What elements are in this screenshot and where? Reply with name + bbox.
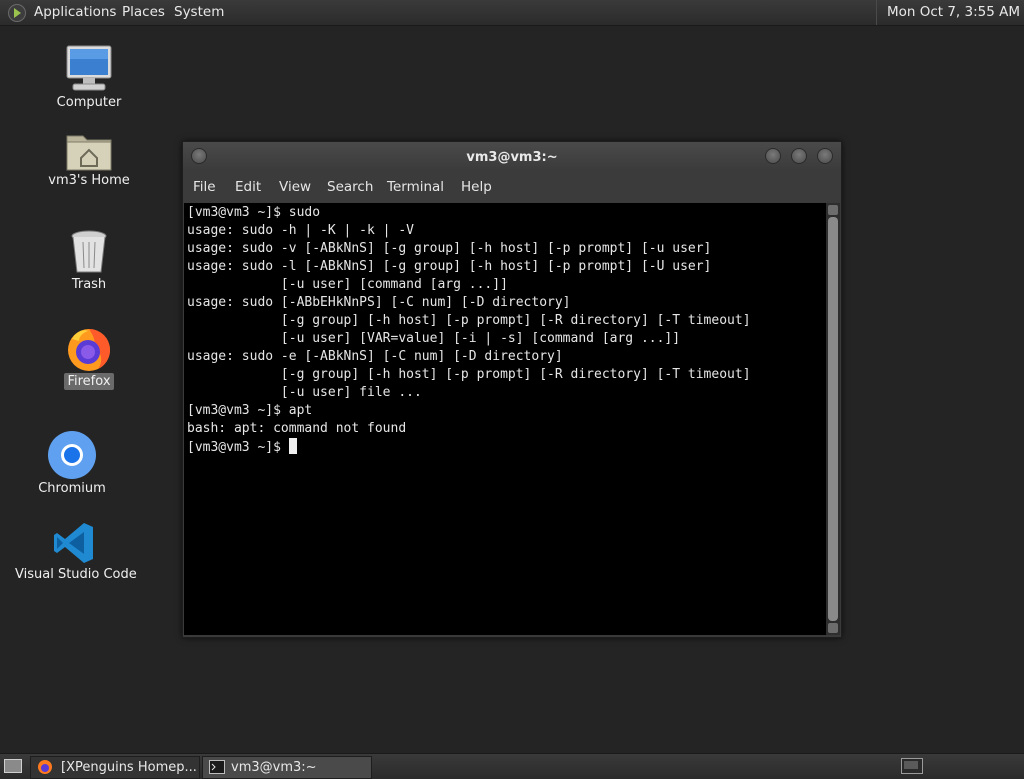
trash-icon: [71, 230, 107, 273]
terminal-line: bash: apt: command not found: [187, 421, 407, 436]
home-folder-icon: [66, 135, 112, 171]
window-titlebar[interactable]: vm3@vm3:~: [183, 142, 841, 172]
places-menu[interactable]: Places: [122, 4, 165, 20]
terminal-line: [-g group] [-h host] [-p prompt] [-R dir…: [187, 367, 751, 382]
terminal-line: usage: sudo [-ABbEHkNnPS] [-C num] [-D d…: [187, 295, 571, 310]
clock-applet[interactable]: Mon Oct 7, 3:55 AM: [875, 0, 1024, 25]
terminal-cursor: [288, 438, 297, 454]
desktop-icon-trash[interactable]: Trash: [48, 228, 130, 293]
distro-logo-icon[interactable]: [8, 4, 26, 22]
chromium-icon: [48, 431, 96, 479]
taskbar-item-firefox[interactable]: [XPenguins Homep...: [30, 756, 200, 779]
desktop-icon-computer[interactable]: Computer: [48, 44, 130, 111]
menu-edit[interactable]: Edit: [235, 179, 261, 195]
terminal-line: usage: sudo -v [-ABkNnS] [-g group] [-h …: [187, 241, 712, 256]
menu-file[interactable]: File: [193, 179, 216, 195]
firefox-icon: [68, 329, 111, 371]
menu-terminal[interactable]: Terminal: [387, 179, 444, 195]
terminal-menubar: File Edit View Search Terminal Help: [183, 172, 841, 202]
desktop-icon-label: Trash: [71, 277, 107, 292]
show-desktop-icon[interactable]: [4, 759, 22, 773]
vscode-icon: [54, 523, 93, 563]
terminal-line: usage: sudo -h | -K | -k | -V: [187, 223, 414, 238]
desktop-icon-home[interactable]: vm3's Home: [43, 128, 135, 189]
taskbar-item-label: vm3@vm3:~: [231, 760, 317, 775]
taskbar-item-terminal[interactable]: vm3@vm3:~: [202, 756, 372, 779]
terminal-line: [-u user] [command [arg ...]]: [187, 277, 508, 292]
window-title: vm3@vm3:~: [466, 150, 558, 165]
top-panel: Applications Places System Mon Oct 7, 3:…: [0, 0, 1024, 26]
firefox-icon: [38, 760, 52, 774]
applications-menu[interactable]: Applications: [34, 4, 116, 20]
computer-icon: [66, 45, 112, 91]
desktop-icon-vscode[interactable]: Visual Studio Code: [12, 520, 137, 583]
bottom-panel: [XPenguins Homep... vm3@vm3:~: [0, 753, 1024, 779]
maximize-button[interactable]: [791, 148, 807, 164]
menu-search[interactable]: Search: [327, 179, 373, 195]
desktop-icon-label: vm3's Home: [48, 173, 130, 188]
workspace-switcher[interactable]: [901, 758, 923, 774]
terminal-prompt-line: [vm3@vm3 ~]$: [187, 438, 751, 457]
taskbar-item-label: [XPenguins Homep...: [61, 760, 197, 775]
terminal-window[interactable]: vm3@vm3:~ File Edit View Search Terminal…: [182, 141, 842, 638]
desktop-icon-label: Chromium: [38, 481, 106, 496]
scroll-up-arrow-icon[interactable]: [828, 205, 838, 215]
desktop-icon-label: Computer: [56, 95, 122, 110]
terminal-line: [vm3@vm3 ~]$ sudo: [187, 205, 321, 220]
terminal-line: [-u user] file ...: [187, 385, 422, 400]
menu-help[interactable]: Help: [461, 179, 492, 195]
system-menu[interactable]: System: [174, 4, 224, 20]
terminal-line: usage: sudo -e [-ABkNnS] [-C num] [-D di…: [187, 349, 563, 364]
desktop-icon-label: Firefox: [64, 373, 114, 390]
terminal-line: usage: sudo -l [-ABkNnS] [-g group] [-h …: [187, 259, 712, 274]
terminal-prompt: [vm3@vm3 ~]$: [187, 440, 289, 455]
close-button[interactable]: [817, 148, 833, 164]
desktop-icon-chromium[interactable]: Chromium: [30, 430, 114, 497]
terminal-icon: [209, 760, 225, 774]
desktop-icon-label: Visual Studio Code: [15, 567, 137, 582]
scroll-thumb[interactable]: [828, 217, 838, 621]
terminal-scrollbar[interactable]: [826, 203, 840, 635]
minimize-button[interactable]: [765, 148, 781, 164]
terminal-text: [vm3@vm3 ~]$ sudo usage: sudo -h | -K | -…: [187, 204, 751, 457]
terminal-line: [-u user] [VAR=value] [-i | -s] [command…: [187, 331, 681, 346]
terminal-line: [-g group] [-h host] [-p prompt] [-R dir…: [187, 313, 751, 328]
terminal-line: [vm3@vm3 ~]$ apt: [187, 403, 313, 418]
clock: Mon Oct 7, 3:55 AM: [886, 4, 1020, 20]
menu-view[interactable]: View: [279, 179, 311, 195]
scroll-down-arrow-icon[interactable]: [828, 623, 838, 633]
desktop-icon-firefox[interactable]: Firefox: [48, 325, 130, 390]
terminal-output[interactable]: [vm3@vm3 ~]$ sudo usage: sudo -h | -K | -…: [184, 203, 826, 635]
